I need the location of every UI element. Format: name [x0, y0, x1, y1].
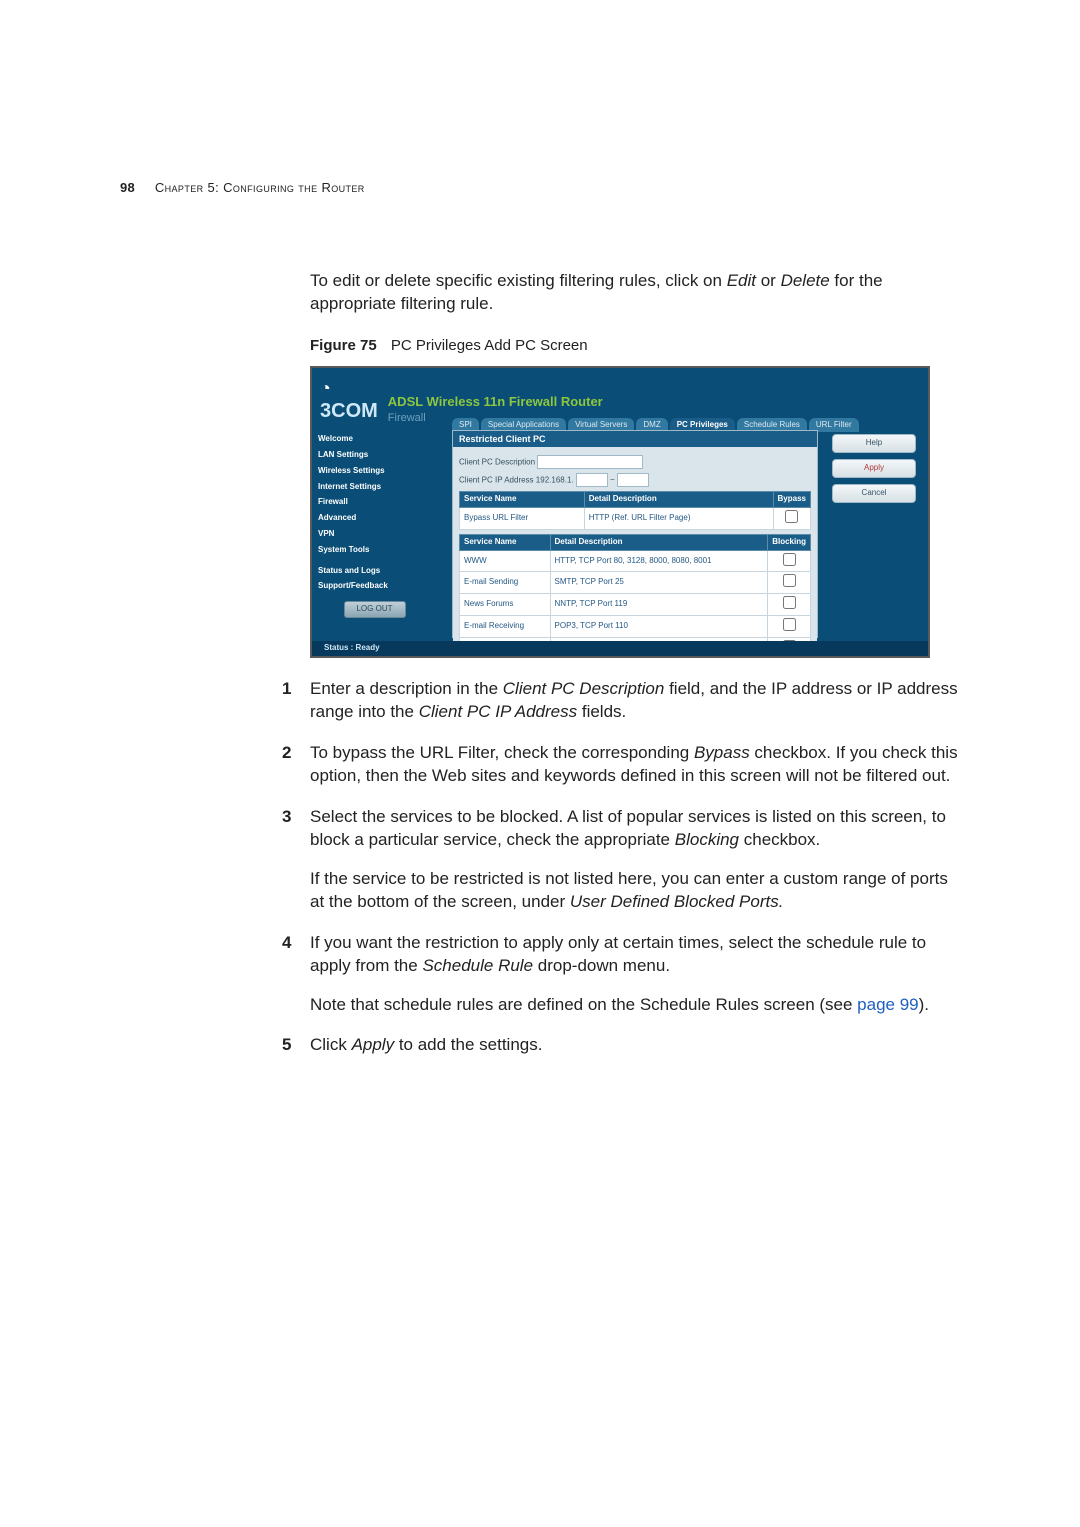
- ip-label: Client PC IP Address: [459, 476, 534, 485]
- router-title: ADSL Wireless 11n Firewall Router: [388, 393, 603, 411]
- table-row: News ForumsNNTP, TCP Port 119: [460, 594, 811, 616]
- nav-item[interactable]: Advanced: [318, 511, 431, 527]
- instruction-list: 1 Enter a description in the Client PC D…: [310, 678, 960, 1057]
- col-header: Service Name: [460, 534, 551, 550]
- nav-item[interactable]: VPN: [318, 527, 431, 543]
- step-3: 3 Select the services to be blocked. A l…: [310, 806, 960, 914]
- page-99-link[interactable]: page 99: [857, 995, 918, 1014]
- desc-row: Client PC Description: [459, 455, 811, 469]
- ip-prefix: 192.168.1.: [536, 476, 574, 485]
- step-5: 5 Click Apply to add the settings.: [310, 1034, 960, 1057]
- nav-item[interactable]: System Tools: [318, 543, 431, 559]
- nav-item[interactable]: Welcome: [318, 432, 431, 448]
- nav-item[interactable]: Firewall: [318, 495, 431, 511]
- step-4: 4 If you want the restriction to apply o…: [310, 932, 960, 1017]
- ip-range-tilde: ~: [610, 476, 615, 485]
- row-checkbox[interactable]: [783, 553, 796, 566]
- col-header: Detail Description: [550, 534, 768, 550]
- table-row: WWWHTTP, TCP Port 80, 3128, 8000, 8080, …: [460, 550, 811, 572]
- page-number: 98: [120, 180, 135, 195]
- logout-button[interactable]: LOG OUT: [344, 601, 406, 618]
- step-1: 1 Enter a description in the Client PC D…: [310, 678, 960, 724]
- table-row: Bypass URL FilterHTTP (Ref. URL Filter P…: [460, 508, 811, 530]
- apply-button[interactable]: Apply: [832, 459, 916, 478]
- row-checkbox[interactable]: [783, 596, 796, 609]
- row-checkbox[interactable]: [785, 510, 798, 523]
- client-pc-ip-end-input[interactable]: [617, 473, 649, 487]
- row-checkbox[interactable]: [783, 618, 796, 631]
- table-row: E-mail SendingSMTP, TCP Port 25: [460, 572, 811, 594]
- brand-swoosh-icon: ◔: [320, 376, 378, 400]
- intro-paragraph: To edit or delete specific existing filt…: [310, 270, 960, 316]
- nav-item[interactable]: Wireless Settings: [318, 464, 431, 480]
- nav-item[interactable]: Support/Feedback: [318, 579, 431, 595]
- brand-logo: 3COM: [320, 398, 378, 425]
- col-header: Detail Description: [584, 492, 773, 508]
- col-header: Bypass: [773, 492, 810, 508]
- step-2: 2 To bypass the URL Filter, check the co…: [310, 742, 960, 788]
- cancel-button[interactable]: Cancel: [832, 484, 916, 503]
- action-buttons: Help Apply Cancel: [832, 434, 916, 502]
- table-row: E-mail ReceivingPOP3, TCP Port 110: [460, 616, 811, 638]
- panel-title: Restricted Client PC: [453, 431, 817, 447]
- bypass-table: Service NameDetail DescriptionBypassBypa…: [459, 491, 811, 530]
- help-button[interactable]: Help: [832, 434, 916, 453]
- ip-row: Client PC IP Address 192.168.1. ~: [459, 473, 811, 487]
- left-nav: WelcomeLAN SettingsWireless SettingsInte…: [312, 432, 437, 618]
- main-panel: Restricted Client PC Client PC Descripti…: [452, 430, 818, 638]
- figure-caption: Figure 75 PC Privileges Add PC Screen: [310, 336, 960, 356]
- status-bar: Status : Ready: [312, 641, 928, 656]
- col-header: Blocking: [768, 534, 811, 550]
- page-header: 98 Chapter 5: Configuring the Router: [120, 180, 365, 195]
- col-header: Service Name: [460, 492, 585, 508]
- blocking-table: Service NameDetail DescriptionBlockingWW…: [459, 534, 811, 658]
- nav-item[interactable]: Internet Settings: [318, 480, 431, 496]
- client-pc-ip-start-input[interactable]: [576, 473, 608, 487]
- client-pc-description-input[interactable]: [537, 455, 643, 469]
- screenshot: ◔ 3COM ADSL Wireless 11n Firewall Router…: [310, 366, 930, 658]
- chapter-title: Chapter 5: Configuring the Router: [155, 180, 365, 195]
- nav-item[interactable]: Status and Logs: [318, 564, 431, 580]
- row-checkbox[interactable]: [783, 574, 796, 587]
- nav-item[interactable]: LAN Settings: [318, 448, 431, 464]
- desc-label: Client PC Description: [459, 458, 535, 467]
